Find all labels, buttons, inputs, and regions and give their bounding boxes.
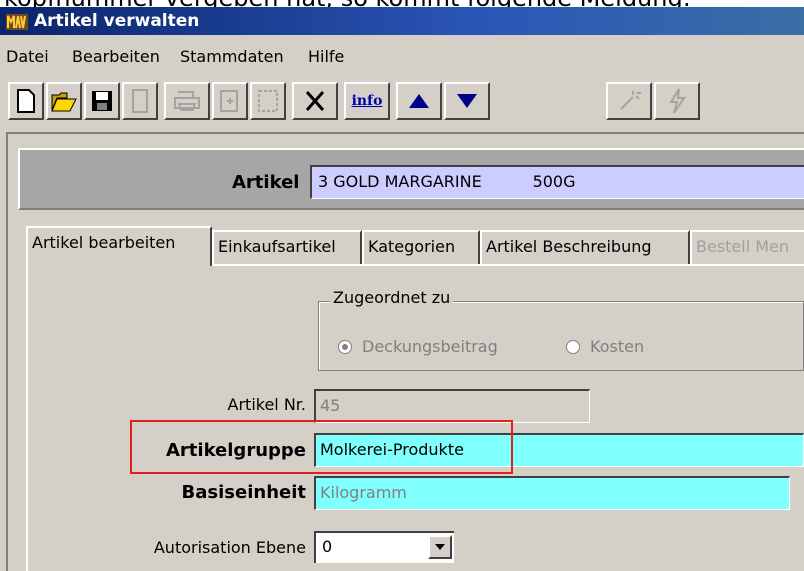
new-document-icon [17, 89, 35, 113]
save-disk-icon [92, 91, 112, 111]
tab-bestell-men[interactable]: Bestell Men [690, 230, 804, 264]
red-highlight-box [130, 420, 513, 474]
radio-deckungsbeitrag[interactable]: Deckungsbeitrag [338, 337, 498, 356]
autorisation-select[interactable]: 0 [314, 531, 454, 563]
open-button[interactable] [46, 82, 82, 120]
window-titlebar[interactable]: Artikel verwalten [0, 7, 804, 35]
print-icon [174, 91, 200, 111]
autorisation-label: Autorisation Ebene [153, 538, 306, 557]
page-setup-button[interactable] [250, 82, 286, 120]
tab-artikel-beschreibung[interactable]: Artikel Beschreibung [480, 230, 690, 264]
print-preview-icon [220, 90, 238, 112]
delete-button[interactable] [292, 82, 338, 120]
menu-hilfe[interactable]: Hilfe [308, 47, 344, 66]
page-setup-icon [258, 90, 278, 112]
blank-button[interactable] [122, 82, 158, 120]
move-up-button[interactable] [396, 82, 442, 120]
groupbox-title: Zugeordnet zu [330, 288, 454, 307]
basiseinheit-field[interactable]: Kilogramm [314, 476, 790, 510]
radio-kosten[interactable]: Kosten [566, 337, 644, 356]
blank-page-icon [132, 89, 148, 113]
print-button[interactable] [164, 82, 210, 120]
lightning-icon [669, 88, 686, 114]
radio-unselected-icon [566, 339, 580, 354]
tab-kategorien[interactable]: Kategorien [362, 230, 480, 264]
info-button[interactable]: info [344, 82, 390, 120]
window-title: Artikel verwalten [34, 11, 200, 31]
info-icon: info [351, 93, 383, 109]
zugeordnet-groupbox [318, 301, 804, 371]
delete-x-icon [305, 91, 325, 111]
artikel-label: Artikel [232, 172, 300, 193]
tab-artikel-bearbeiten[interactable]: Artikel bearbeiten [26, 226, 212, 266]
radio-selected-icon [338, 339, 352, 354]
dropdown-button[interactable] [428, 535, 452, 559]
autorisation-value: 0 [322, 537, 333, 556]
print-preview-button[interactable] [212, 82, 248, 120]
save-button[interactable] [84, 82, 120, 120]
wizard-button[interactable] [606, 82, 652, 120]
menu-bearbeiten[interactable]: Bearbeiten [72, 47, 160, 66]
arrow-up-icon [409, 94, 429, 108]
artikel-nr-label: Artikel Nr. [227, 395, 306, 414]
wand-icon [620, 91, 641, 110]
tab-einkaufsartikel[interactable]: Einkaufsartikel [212, 230, 362, 264]
radio-kosten-label: Kosten [590, 337, 645, 356]
menu-bar: Datei Bearbeiten Stammdaten Hilfe [0, 37, 804, 79]
toolbar: info [8, 82, 804, 122]
menu-datei[interactable]: Datei [6, 47, 49, 66]
basiseinheit-label: Basiseinheit [181, 482, 306, 503]
artikel-nr-field[interactable]: 45 [314, 389, 590, 423]
arrow-down-icon [457, 94, 477, 108]
app-icon [6, 14, 28, 30]
execute-button[interactable] [654, 82, 700, 120]
new-button[interactable] [8, 82, 44, 120]
open-folder-icon [51, 92, 77, 112]
chevron-down-icon [435, 544, 445, 550]
move-down-button[interactable] [444, 82, 490, 120]
menu-stammdaten[interactable]: Stammdaten [180, 47, 284, 66]
artikel-field[interactable]: 3 GOLD MARGARINE 500G [310, 165, 804, 199]
tab-bar: Artikel bearbeiten Einkaufsartikel Kateg… [26, 226, 804, 266]
radio-deckungsbeitrag-label: Deckungsbeitrag [362, 337, 498, 356]
